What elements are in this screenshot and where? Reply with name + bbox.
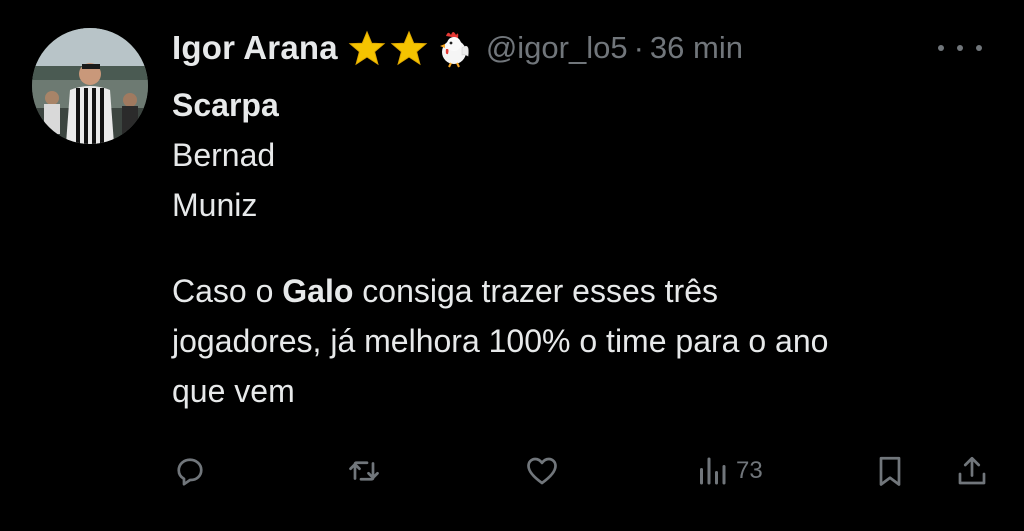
share-icon — [958, 456, 986, 485]
display-name[interactable]: Igor Arana — [172, 29, 338, 67]
like-button[interactable] — [524, 446, 560, 496]
avatar[interactable] — [32, 28, 148, 144]
tweet-line: Muniz — [172, 187, 258, 223]
share-button[interactable] — [954, 446, 990, 496]
tweet-line: Bernad — [172, 137, 276, 173]
reply-icon — [177, 458, 203, 486]
tweet-card[interactable]: Igor Arana @igor_lo5 · 36 min Scarpa Ber… — [0, 0, 1024, 531]
star-icon — [348, 29, 386, 67]
action-bar: 73 — [166, 446, 996, 496]
tweet-line: jogadores, já melhora 100% o time para o… — [172, 323, 829, 359]
text-segment: Caso o — [172, 273, 283, 309]
views-icon — [700, 457, 726, 485]
bookmark-button[interactable] — [872, 446, 908, 496]
reply-button[interactable] — [172, 446, 208, 496]
repost-button[interactable] — [346, 446, 382, 496]
tweet-line: que vem — [172, 373, 295, 409]
views-count: 73 — [736, 457, 763, 484]
tweet-line: Scarpa — [172, 87, 279, 123]
handle[interactable]: @igor_lo5 — [486, 30, 628, 66]
views-button[interactable]: 73 — [694, 446, 763, 496]
timestamp[interactable]: 36 min — [650, 30, 743, 66]
bookmark-icon — [879, 456, 901, 486]
tweet-header: Igor Arana @igor_lo5 · 36 min — [172, 26, 743, 70]
more-options-icon[interactable] — [938, 38, 982, 58]
heart-icon — [527, 457, 557, 485]
tweet-line: Caso o Galo consiga trazer esses três — [172, 266, 992, 316]
rooster-icon — [432, 28, 472, 68]
repost-icon — [349, 461, 379, 481]
text-segment: consiga trazer esses três — [353, 273, 718, 309]
bold-text: Galo — [282, 273, 354, 309]
star-icon — [390, 29, 428, 67]
avatar-photo — [32, 28, 148, 144]
separator-dot: · — [633, 30, 644, 65]
tweet-text: Scarpa Bernad Muniz Caso o Galo consiga … — [172, 80, 992, 416]
name-badges — [348, 28, 472, 68]
